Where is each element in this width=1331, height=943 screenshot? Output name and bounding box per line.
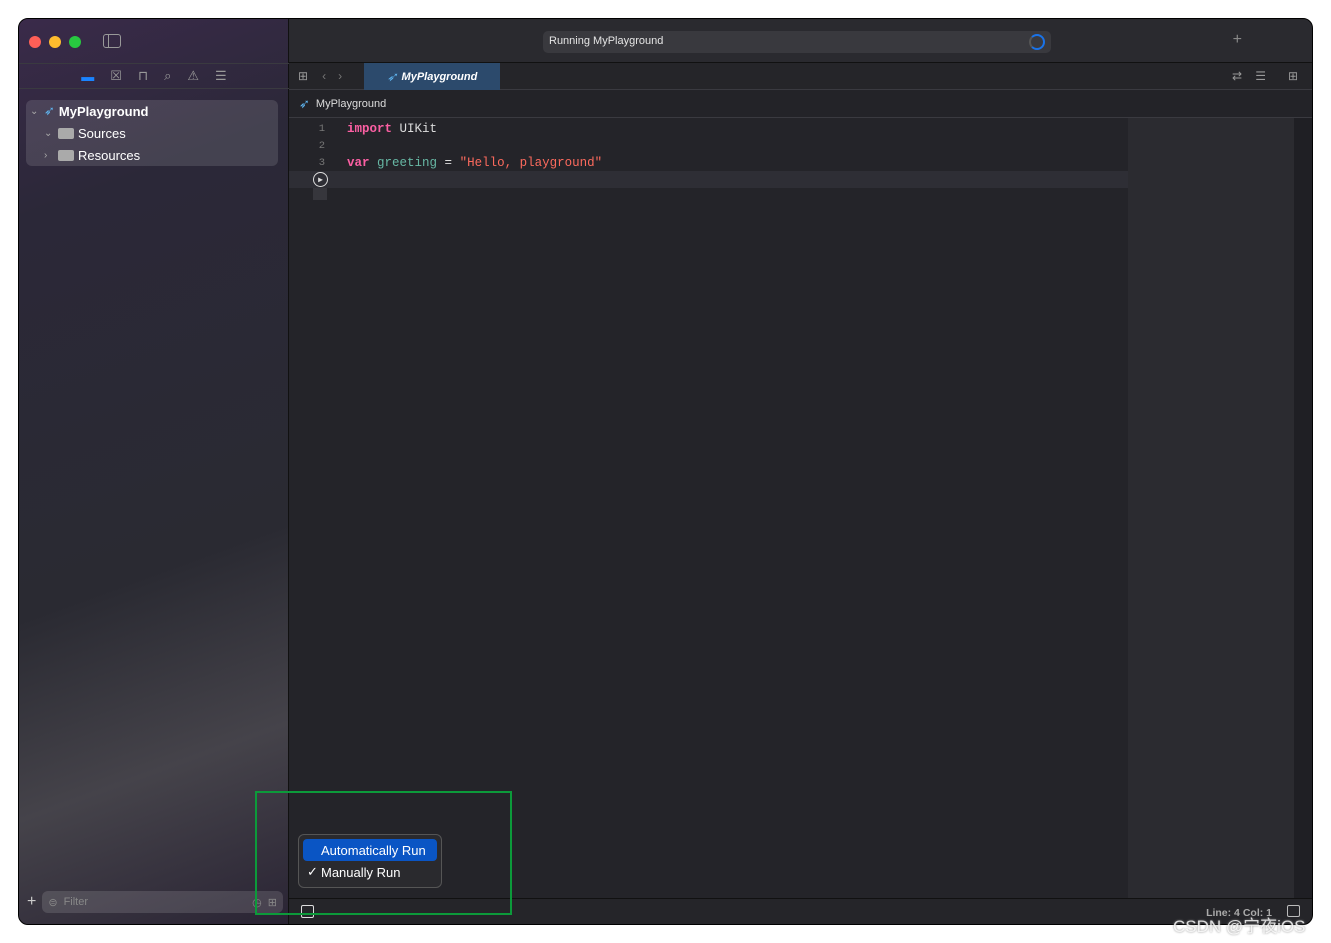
navigator-tabs: ▬ ☒ ⊓ ⌕ ⚠ ☰ bbox=[19, 63, 289, 89]
run-icon[interactable]: ▶ bbox=[313, 172, 328, 187]
swap-icon[interactable]: ⇄ bbox=[1232, 69, 1242, 83]
add-editor-icon[interactable]: ⊞ bbox=[1288, 69, 1298, 83]
highlight-box bbox=[255, 791, 512, 915]
watermark: CSDN @宁夜iOS bbox=[1173, 917, 1306, 936]
code-editor[interactable]: 1 import UIKit 2 3 var greeting = "Hello, … bbox=[289, 118, 1128, 898]
activity-viewer: Running MyPlayground bbox=[543, 31, 1051, 53]
zoom-button[interactable] bbox=[69, 36, 81, 48]
warning-icon[interactable]: ⚠ bbox=[187, 68, 199, 84]
swift-icon: ➶ bbox=[386, 68, 398, 84]
hierarchy-icon[interactable]: ⊓ bbox=[138, 68, 148, 84]
xcode-window: ▬ ☒ ⊓ ⌕ ⚠ ☰ ⌄ ➶ MyPlayground ⌄ Sources › Res… bbox=[18, 18, 1313, 925]
breadcrumb: ➶ MyPlayground bbox=[289, 90, 1312, 118]
folder-icon bbox=[58, 127, 74, 139]
tree-item-sources[interactable]: ⌄ Sources bbox=[26, 122, 278, 144]
editor-options-icon[interactable]: ☰ bbox=[1255, 69, 1266, 83]
source-control-icon[interactable]: ☒ bbox=[110, 68, 122, 84]
current-line: ▶ bbox=[289, 171, 1128, 188]
progress-spinner-icon bbox=[1029, 34, 1045, 50]
add-icon[interactable]: + bbox=[1233, 31, 1242, 49]
minimize-button[interactable] bbox=[49, 36, 61, 48]
sidebar-toggle-icon[interactable] bbox=[103, 34, 121, 48]
folder-icon bbox=[58, 149, 74, 161]
tree-item-resources[interactable]: › Resources bbox=[26, 144, 278, 166]
filter-input[interactable]: ⊜ Filter ◷ ⊞ bbox=[42, 891, 283, 913]
back-icon[interactable]: ‹ bbox=[322, 69, 326, 83]
code-line: 2 bbox=[318, 139, 325, 152]
swift-icon: ➶ bbox=[44, 103, 55, 118]
tab-bar: ⊞ ‹ › ➶ MyPlayground ⇄ ☰ ⊞ bbox=[289, 63, 1312, 90]
tab-myplayground[interactable]: ➶ MyPlayground bbox=[364, 63, 500, 90]
code-line: 1 import UIKit bbox=[318, 121, 438, 136]
results-sidebar bbox=[1128, 118, 1294, 898]
code-line: 3 var greeting = "Hello, playground" bbox=[318, 155, 603, 170]
run-placeholder bbox=[313, 188, 327, 200]
window-controls bbox=[29, 36, 81, 48]
editor-area: Running MyPlayground + ⊞ ‹ › ➶ MyPlaygrou… bbox=[289, 19, 1312, 924]
add-icon[interactable]: + bbox=[27, 893, 36, 911]
forward-icon[interactable]: › bbox=[338, 69, 342, 83]
search-icon[interactable]: ⌕ bbox=[164, 68, 171, 84]
chevron-down-icon[interactable]: ⌄ bbox=[44, 128, 54, 139]
folder-icon[interactable]: ▬ bbox=[81, 69, 94, 84]
tree-item-myplayground[interactable]: ⌄ ➶ MyPlayground bbox=[26, 100, 278, 122]
navigator-sidebar: ▬ ☒ ⊓ ⌕ ⚠ ☰ ⌄ ➶ MyPlayground ⌄ Sources › Res… bbox=[19, 19, 289, 924]
report-icon[interactable]: ☰ bbox=[215, 68, 227, 84]
filter-options-icon[interactable]: ⊜ bbox=[48, 896, 57, 909]
chevron-down-icon[interactable]: ⌄ bbox=[30, 106, 40, 117]
swift-icon: ➶ bbox=[299, 95, 310, 111]
toolbar: Running MyPlayground + bbox=[289, 19, 1312, 63]
filter-bar: + ⊜ Filter ◷ ⊞ bbox=[19, 890, 289, 914]
grid-icon[interactable]: ⊞ bbox=[298, 69, 308, 83]
project-tree: ⌄ ➶ MyPlayground ⌄ Sources › Resources bbox=[26, 100, 278, 166]
close-button[interactable] bbox=[29, 36, 41, 48]
chevron-right-icon[interactable]: › bbox=[44, 150, 54, 161]
